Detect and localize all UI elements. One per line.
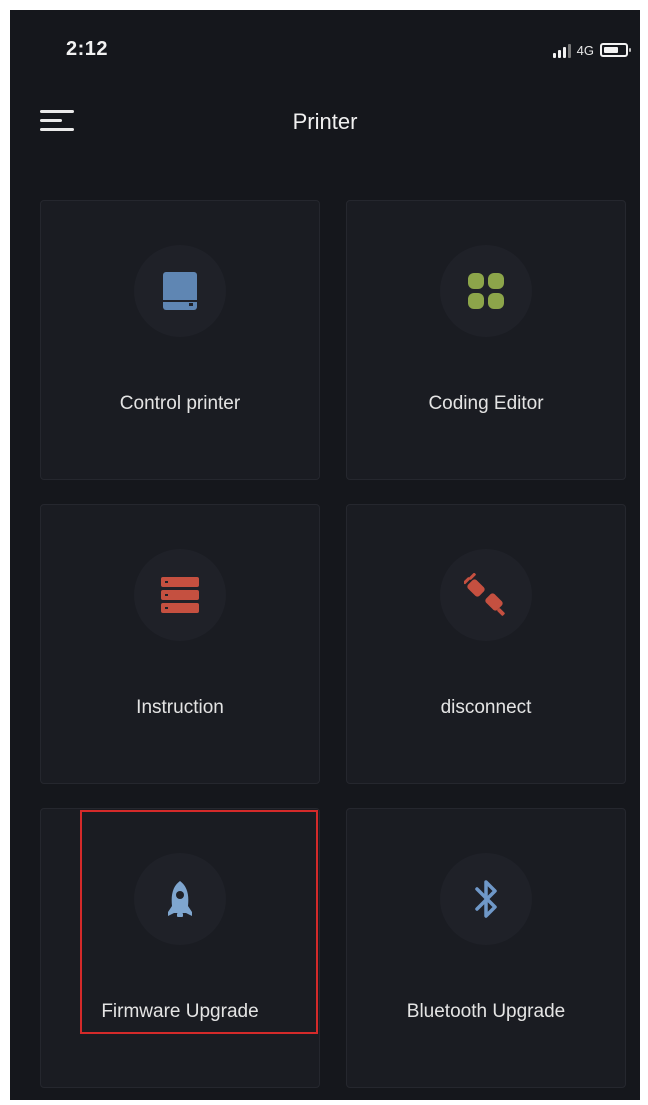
instruction-label: Instruction xyxy=(136,697,224,718)
bluetooth-icon xyxy=(475,880,497,918)
control-printer-icon-circle xyxy=(134,245,226,337)
disconnect-tile[interactable]: disconnect xyxy=(346,504,626,784)
coding-editor-tile[interactable]: Coding Editor xyxy=(346,200,626,480)
phone-screen: 2:12 4G Printer Control printer Coding E… xyxy=(10,10,640,1100)
coding-editor-label: Coding Editor xyxy=(428,393,544,414)
instruction-tile[interactable]: Instruction xyxy=(40,504,320,784)
battery-icon xyxy=(600,43,631,57)
page-title: Printer xyxy=(292,109,358,134)
bluetooth-upgrade-tile[interactable]: Bluetooth Upgrade xyxy=(346,808,626,1088)
stacked-list-icon xyxy=(161,577,199,613)
status-indicators: 4G xyxy=(552,40,631,60)
firmware-upgrade-tile[interactable]: Firmware Upgrade xyxy=(40,808,320,1088)
disconnect-label: disconnect xyxy=(440,697,532,718)
disconnect-icon-circle xyxy=(440,549,532,641)
rocket-icon xyxy=(168,881,192,917)
unplugged-icon xyxy=(464,573,505,616)
status-bar: 2:12 4G xyxy=(10,10,640,80)
bluetooth-upgrade-icon-circle xyxy=(440,853,532,945)
four-leaf-grid-icon xyxy=(468,273,504,309)
control-printer-tile[interactable]: Control printer xyxy=(40,200,320,480)
bluetooth-upgrade-label: Bluetooth Upgrade xyxy=(406,1001,566,1022)
firmware-upgrade-icon-circle xyxy=(134,853,226,945)
printer-actions-grid: Control printer Coding Editor Instructio… xyxy=(40,200,626,1088)
firmware-upgrade-label: Firmware Upgrade xyxy=(101,1001,259,1022)
header: Printer xyxy=(10,92,640,148)
network-type: 4G xyxy=(576,42,594,58)
instruction-icon-circle xyxy=(134,549,226,641)
coding-editor-icon-circle xyxy=(440,245,532,337)
status-time: 2:12 xyxy=(66,38,109,60)
signal-strength-icon xyxy=(552,42,571,58)
printer-icon xyxy=(163,272,197,310)
battery-fill xyxy=(604,47,618,53)
control-printer-label: Control printer xyxy=(119,393,241,414)
